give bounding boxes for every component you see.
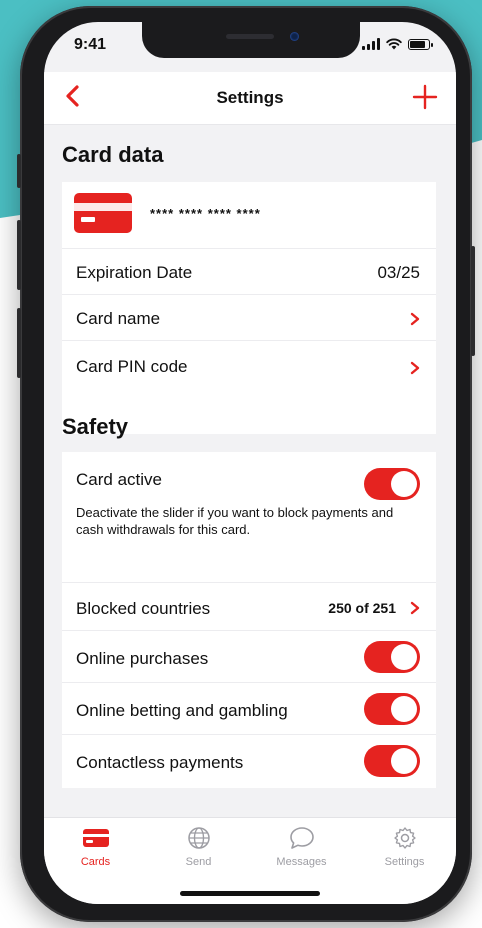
tab-label: Settings bbox=[384, 856, 425, 868]
chevron-right-icon bbox=[410, 361, 420, 375]
nav-bar: Settings bbox=[44, 72, 456, 125]
card-pin-label: Card PIN code bbox=[76, 357, 188, 376]
masked-card-number: **** **** **** **** bbox=[150, 206, 261, 221]
chevron-right-icon bbox=[410, 312, 420, 326]
notch bbox=[142, 22, 360, 58]
online-purchases-label: Online purchases bbox=[76, 649, 209, 668]
toggle-knob bbox=[391, 471, 417, 497]
toggle-knob bbox=[391, 644, 417, 670]
card-name-label: Card name bbox=[76, 309, 161, 328]
speaker-grille bbox=[226, 34, 274, 39]
phone-side-button bbox=[17, 154, 21, 188]
toggle-knob bbox=[391, 696, 417, 722]
tab-label: Send bbox=[185, 856, 212, 868]
safety-panel: Card active Deactivate the slider if you… bbox=[62, 452, 436, 788]
toggle-knob bbox=[391, 748, 417, 774]
blocked-countries-row[interactable]: Blocked countries 250 of 251 bbox=[62, 582, 436, 631]
page-title: Settings bbox=[216, 88, 284, 107]
tab-label: Cards bbox=[80, 856, 111, 868]
safety-heading: Safety bbox=[62, 414, 129, 439]
card-pin-row[interactable]: Card PIN code bbox=[62, 340, 436, 391]
online-betting-toggle[interactable] bbox=[364, 693, 420, 725]
tab-bar: Cards Send Messages Settings bbox=[44, 817, 456, 904]
signal-icon bbox=[362, 38, 380, 50]
phone-screen: 9:41 Settings Card data **** **** **** *… bbox=[44, 22, 456, 904]
card-preview-row: **** **** **** **** bbox=[62, 182, 436, 248]
online-betting-row: Online betting and gambling bbox=[62, 682, 436, 735]
card-active-row: Card active Deactivate the slider if you… bbox=[62, 452, 436, 582]
phone-volume-down-button bbox=[17, 308, 21, 378]
expiration-date-row: Expiration Date 03/25 bbox=[62, 248, 436, 295]
card-active-note: Deactivate the slider if you want to blo… bbox=[76, 505, 394, 537]
phone-volume-up-button bbox=[17, 220, 21, 290]
online-betting-label: Online betting and gambling bbox=[76, 701, 288, 720]
blocked-countries-value: 250 of 251 bbox=[328, 600, 396, 616]
credit-card-icon bbox=[74, 193, 132, 233]
expiration-date-value: 03/25 bbox=[377, 263, 420, 282]
card-name-row[interactable]: Card name bbox=[62, 294, 436, 341]
status-time: 9:41 bbox=[74, 36, 107, 53]
card-icon bbox=[83, 829, 109, 847]
online-purchases-row: Online purchases bbox=[62, 630, 436, 683]
card-data-panel: **** **** **** **** Expiration Date 03/2… bbox=[62, 182, 436, 434]
front-camera bbox=[290, 32, 299, 41]
card-active-toggle[interactable] bbox=[364, 468, 420, 500]
blocked-countries-label: Blocked countries bbox=[76, 599, 211, 618]
chat-bubble-icon bbox=[290, 827, 314, 849]
card-active-label: Card active bbox=[76, 470, 162, 489]
card-data-heading: Card data bbox=[62, 142, 164, 167]
phone-power-button bbox=[471, 246, 475, 356]
tab-label: Messages bbox=[276, 856, 327, 868]
tab-cards[interactable]: Cards bbox=[44, 818, 147, 904]
expiration-date-label: Expiration Date bbox=[76, 263, 193, 282]
contactless-payments-label: Contactless payments bbox=[76, 753, 244, 772]
contactless-payments-toggle[interactable] bbox=[364, 745, 420, 777]
home-indicator bbox=[180, 891, 320, 896]
battery-icon bbox=[408, 38, 433, 50]
online-purchases-toggle[interactable] bbox=[364, 641, 420, 673]
tab-settings[interactable]: Settings bbox=[353, 818, 456, 904]
wifi-icon bbox=[386, 38, 402, 50]
chevron-right-icon bbox=[410, 601, 420, 615]
contactless-payments-row: Contactless payments bbox=[62, 734, 436, 789]
add-plus-icon[interactable] bbox=[412, 84, 438, 110]
globe-icon bbox=[188, 827, 210, 849]
gear-icon bbox=[394, 827, 416, 849]
status-icons bbox=[362, 38, 433, 50]
